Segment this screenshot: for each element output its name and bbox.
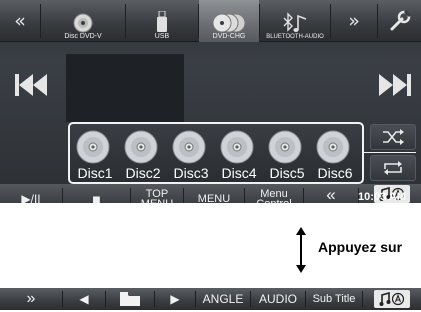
dvd-changer-screen: « Disc DVD-V USB DVD-CHG BLUETOOTH-AUDIO… [0,0,421,203]
next-chapter-button[interactable]: ▶ [155,288,195,310]
collapse-bar-button[interactable]: « [304,180,358,203]
toggle-arrow-line [300,229,302,269]
source-label: Disc DVD-V [64,33,102,40]
disc-icon [73,13,93,33]
prev-label: ◀ [79,292,89,306]
usb-icon [157,11,167,32]
skip-next-icon[interactable] [376,72,412,98]
disc-icon [76,130,110,164]
disc-button-1[interactable]: Disc1 [72,128,118,181]
subtitle-label: Sub Title [312,293,356,305]
disc-icon [220,130,254,164]
disc-label: Disc6 [317,165,353,181]
audio-button[interactable]: AUDIO [251,288,305,310]
source-prev-label: « [14,10,26,32]
source-dvd-chg[interactable]: DVD-CHG [199,0,259,42]
shuffle-icon [383,129,404,145]
source-label: BLUETOOTH-AUDIO [266,34,324,40]
skip-previous-icon[interactable] [14,72,50,98]
instruction-caption: Appuyez sur [318,239,403,255]
source-disc-dvd-v[interactable]: Disc DVD-V [41,0,125,42]
collapse-label: « [326,185,336,203]
disc-icon [124,130,158,164]
music-note-icon [379,292,405,306]
expand-label: » [26,290,36,307]
album-artwork [66,54,184,122]
stop-icon: ■ [92,191,101,203]
clock: 10:03 AM [358,191,406,203]
arrow-down-icon [296,265,306,273]
source-bluetooth-audio[interactable]: BLUETOOTH-AUDIO [260,0,330,42]
divider [362,291,363,307]
next-label: ▶ [170,292,180,306]
disc-button-6[interactable]: Disc6 [312,128,358,181]
folder-icon [120,292,140,306]
menu-label: MENU [197,193,231,204]
source-label: USB [154,33,170,40]
play-pause-button[interactable]: ▶/II [0,184,62,203]
panel-callout-line [364,152,416,153]
play-pause-label: ▶/II [21,192,41,203]
audio-label: AUDIO [258,292,297,306]
disc-icon [268,130,302,164]
stop-button[interactable]: ■ [63,184,130,203]
disc-label: Disc2 [125,165,161,181]
audio-setup-button-lower[interactable] [374,290,410,308]
menu-button[interactable]: MENU [184,184,244,204]
top-menu-button[interactable]: TOP MENU [131,184,183,204]
disc-button-3[interactable]: Disc3 [168,128,214,181]
disc-label: Disc3 [173,165,209,181]
disc-button-4[interactable]: Disc4 [216,128,262,181]
expand-bar-button[interactable]: » [0,288,62,310]
disc-label: Disc5 [269,165,305,181]
bluetooth-audio-icon [283,12,307,32]
disc-icon [316,130,350,164]
disc-label: Disc4 [221,165,257,181]
prev-chapter-button[interactable]: ◀ [63,288,105,310]
disc-icon [172,130,206,164]
disc-selector-panel: Disc1 Disc2 Disc3 Disc4 Disc5 Disc6 [68,122,364,184]
subtitle-button[interactable]: Sub Title [306,288,362,310]
disc-button-2[interactable]: Disc2 [120,128,166,181]
source-usb[interactable]: USB [126,0,198,42]
wrench-icon [390,9,411,31]
menu-control-label: Menu Control [256,188,291,204]
repeat-icon [384,161,402,175]
repeat-button[interactable] [370,155,416,181]
source-next-button[interactable]: » [331,0,377,42]
folder-button[interactable] [106,288,154,310]
angle-button[interactable]: ANGLE [196,288,250,310]
disc-button-5[interactable]: Disc5 [264,128,310,181]
setup-button[interactable] [378,0,421,42]
source-prev-button[interactable]: « [0,0,40,42]
shuffle-button[interactable] [370,124,416,150]
disc-changer-icon [212,13,246,33]
top-menu-label: TOP MENU [141,188,173,204]
angle-label: ANGLE [202,292,244,306]
source-next-label: » [348,10,360,32]
source-label: DVD-CHG [212,33,246,40]
menu-control-button[interactable]: Menu Control [245,184,303,204]
disc-label: Disc1 [77,165,113,181]
